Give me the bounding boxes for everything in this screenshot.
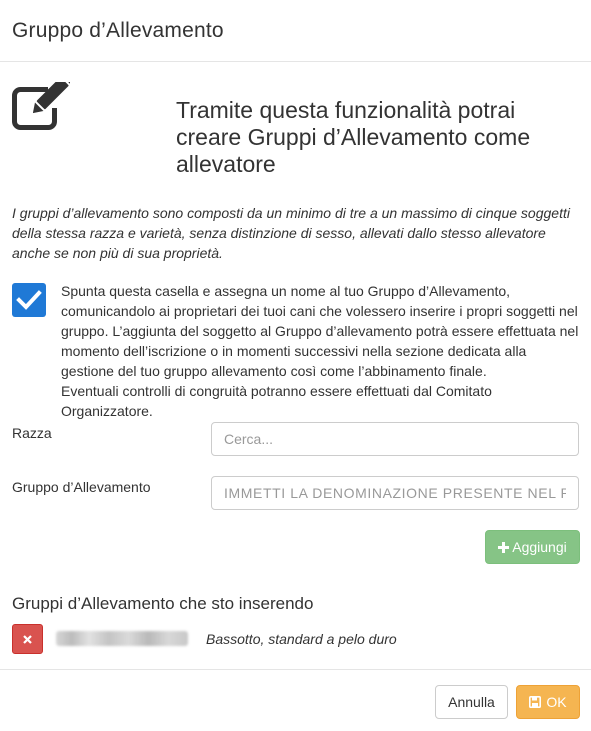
modal-header: Gruppo d’Allevamento (0, 0, 591, 62)
ok-button-label: OK (546, 694, 567, 710)
cancel-button[interactable]: Annulla (435, 685, 508, 719)
group-name-label: Gruppo d’Allevamento (12, 479, 151, 495)
groups-section-title: Gruppi d’Allevamento che sto inserendo (12, 594, 314, 613)
checkmark-icon (16, 290, 42, 310)
entry-breed: Bassotto, standard a pelo duro (206, 631, 397, 647)
intro-heading: Tramite questa funzionalità potrai crear… (176, 97, 531, 177)
breed-search-input[interactable] (211, 422, 579, 456)
agreement-paragraph: Spunta questa casella e assegna un nome … (61, 283, 579, 379)
intro-section: Tramite questa funzionalità potrai crear… (0, 62, 591, 202)
add-button-label: Aggiungi (512, 539, 567, 555)
add-button[interactable]: Aggiungi (485, 530, 580, 564)
close-icon (23, 634, 32, 644)
modal-dialog: Gruppo d’Allevamento Tramite questa funz… (0, 0, 591, 731)
modal-footer: Annulla OK (0, 669, 591, 731)
modal-title: Gruppo d’Allevamento (12, 18, 224, 42)
plus-icon (498, 541, 510, 553)
agreement-note: Eventuali controlli di congruità potrann… (61, 383, 492, 419)
breed-label: Razza (12, 425, 52, 441)
group-description: I gruppi d’allevamento sono composti da … (12, 205, 570, 261)
save-icon (529, 696, 542, 708)
group-name-input[interactable] (211, 476, 579, 510)
agreement-text: Spunta questa casella e assegna un nome … (61, 281, 581, 421)
agreement-checkbox[interactable] (12, 283, 46, 317)
redacted-group-name (56, 631, 188, 646)
ok-button[interactable]: OK (516, 685, 580, 719)
delete-entry-button[interactable] (12, 624, 43, 654)
edit-icon (12, 82, 70, 130)
group-entry-row: Bassotto, standard a pelo duro (12, 624, 582, 654)
